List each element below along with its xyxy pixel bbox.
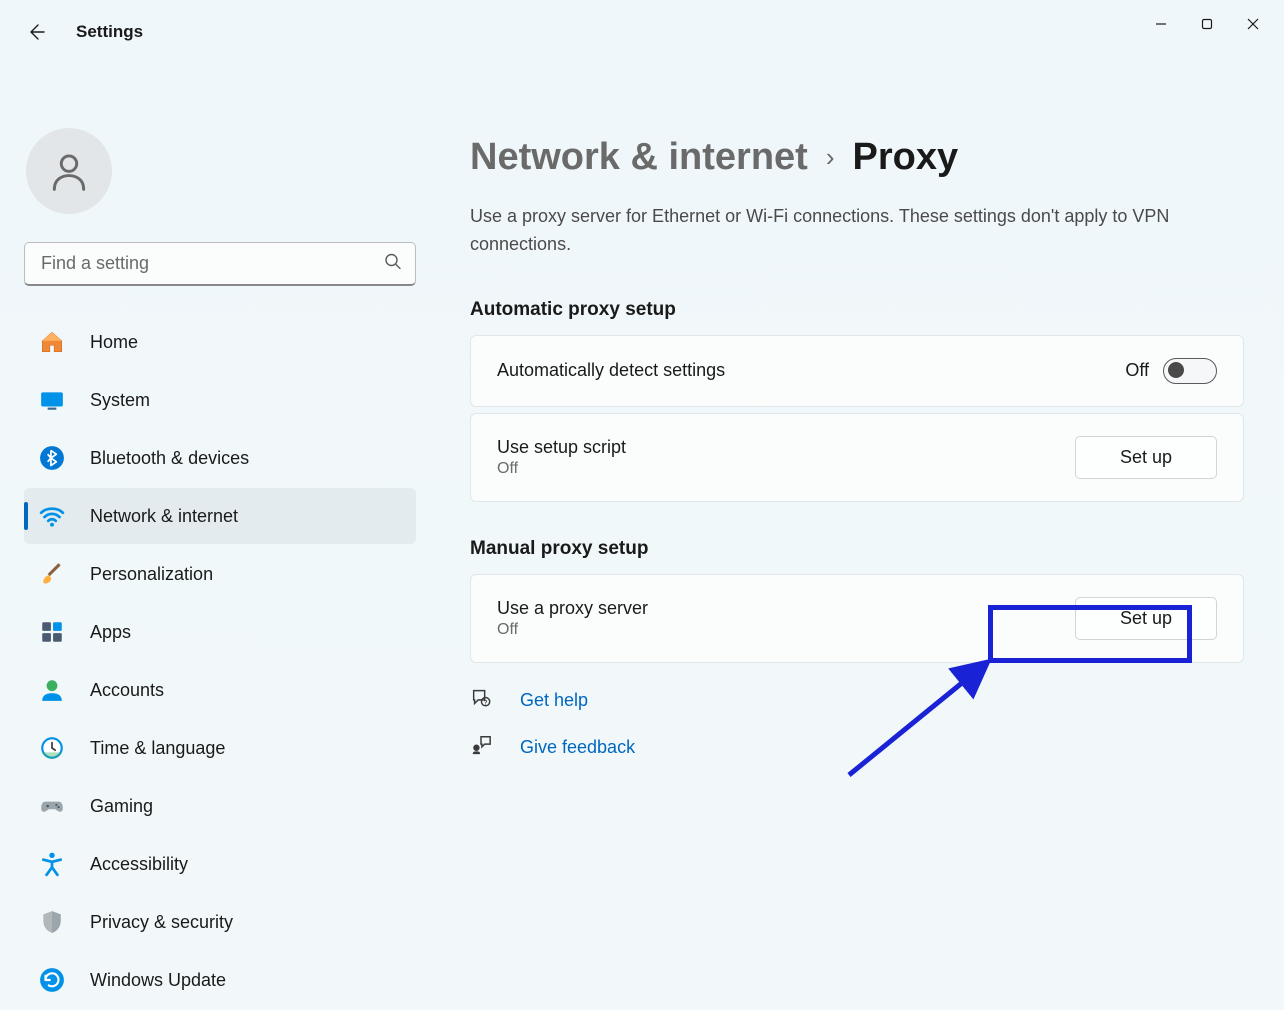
section-title-automatic: Automatic proxy setup [470, 299, 1244, 321]
auto-detect-toggle[interactable] [1163, 358, 1217, 384]
chevron-right-icon: › [826, 142, 835, 173]
sidebar-item-label: System [90, 390, 150, 411]
search-icon [384, 253, 402, 276]
update-icon [38, 966, 66, 994]
sidebar-item-personalization[interactable]: Personalization [24, 546, 416, 602]
sidebar-item-gaming[interactable]: Gaming [24, 778, 416, 834]
breadcrumb-parent[interactable]: Network & internet [470, 136, 808, 179]
system-icon [38, 386, 66, 414]
search-input[interactable] [24, 242, 416, 286]
auto-detect-label: Automatically detect settings [497, 360, 725, 381]
sidebar: Home System Bluetooth & devices Network … [0, 108, 440, 1010]
app-title: Settings [76, 22, 143, 42]
page-description: Use a proxy server for Ethernet or Wi-Fi… [470, 203, 1244, 259]
accounts-icon [38, 676, 66, 704]
shield-icon [38, 908, 66, 936]
sidebar-item-accessibility[interactable]: Accessibility [24, 836, 416, 892]
home-icon [38, 328, 66, 356]
bluetooth-icon [38, 444, 66, 472]
sidebar-item-label: Home [90, 332, 138, 353]
feedback-icon [470, 734, 494, 761]
main-content: Network & internet › Proxy Use a proxy s… [440, 108, 1284, 1010]
sidebar-item-label: Bluetooth & devices [90, 448, 249, 469]
search-box [24, 242, 416, 286]
sidebar-item-label: Time & language [90, 738, 225, 759]
sidebar-item-label: Accessibility [90, 854, 188, 875]
card-setup-script: Use setup script Off Set up [470, 413, 1244, 502]
wifi-icon [38, 502, 66, 530]
give-feedback-link[interactable]: Give feedback [520, 737, 635, 758]
sidebar-item-label: Accounts [90, 680, 164, 701]
sidebar-item-label: Gaming [90, 796, 153, 817]
apps-icon [38, 618, 66, 646]
sidebar-item-label: Privacy & security [90, 912, 233, 933]
back-button[interactable] [24, 20, 48, 44]
minimize-button[interactable] [1138, 8, 1184, 40]
sidebar-item-privacy[interactable]: Privacy & security [24, 894, 416, 950]
close-button[interactable] [1230, 8, 1276, 40]
toggle-state-label: Off [1125, 360, 1149, 381]
sidebar-item-label: Personalization [90, 564, 213, 585]
sidebar-item-label: Network & internet [90, 506, 238, 527]
topbar: Settings [24, 20, 143, 44]
sidebar-item-label: Windows Update [90, 970, 226, 991]
sidebar-item-bluetooth[interactable]: Bluetooth & devices [24, 430, 416, 486]
section-title-manual: Manual proxy setup [470, 538, 1244, 560]
setup-script-label: Use setup script [497, 437, 626, 458]
breadcrumb-current: Proxy [853, 136, 959, 179]
sidebar-item-network[interactable]: Network & internet [24, 488, 416, 544]
proxy-server-status: Off [497, 621, 648, 639]
avatar[interactable] [26, 128, 112, 214]
sidebar-item-system[interactable]: System [24, 372, 416, 428]
setup-script-button[interactable]: Set up [1075, 436, 1217, 479]
footer-links: ? Get help Give feedback [470, 687, 1244, 761]
sidebar-item-accounts[interactable]: Accounts [24, 662, 416, 718]
sidebar-item-windows-update[interactable]: Windows Update [24, 952, 416, 1008]
proxy-server-label: Use a proxy server [497, 598, 648, 619]
breadcrumb: Network & internet › Proxy [470, 136, 1244, 179]
svg-text:?: ? [484, 699, 488, 706]
proxy-server-setup-button[interactable]: Set up [1075, 597, 1217, 640]
sidebar-item-apps[interactable]: Apps [24, 604, 416, 660]
titlebar [0, 0, 1284, 48]
sidebar-item-time-language[interactable]: Time & language [24, 720, 416, 776]
gamepad-icon [38, 792, 66, 820]
sidebar-item-label: Apps [90, 622, 131, 643]
get-help-link[interactable]: Get help [520, 690, 588, 711]
user-icon [47, 149, 91, 193]
card-auto-detect: Automatically detect settings Off [470, 335, 1244, 407]
accessibility-icon [38, 850, 66, 878]
card-proxy-server: Use a proxy server Off Set up [470, 574, 1244, 663]
setup-script-status: Off [497, 460, 626, 478]
maximize-button[interactable] [1184, 8, 1230, 40]
sidebar-nav: Home System Bluetooth & devices Network … [24, 314, 416, 1008]
help-icon: ? [470, 687, 494, 714]
sidebar-item-home[interactable]: Home [24, 314, 416, 370]
clock-icon [38, 734, 66, 762]
brush-icon [38, 560, 66, 588]
